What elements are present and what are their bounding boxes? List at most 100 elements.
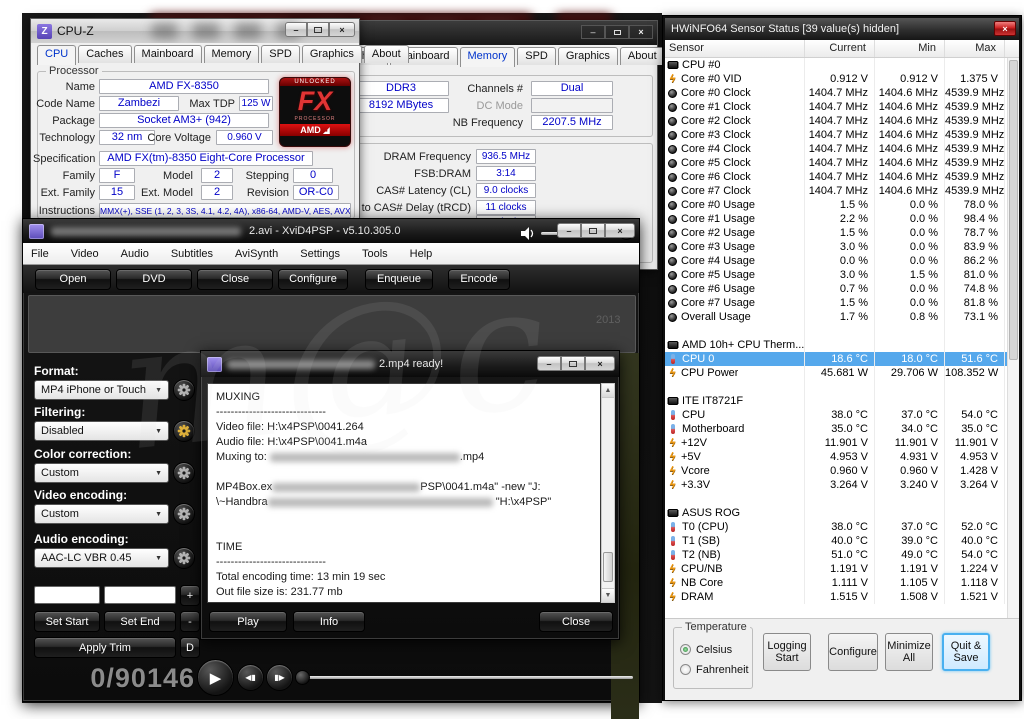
minimize-button[interactable] — [581, 25, 605, 39]
sensor-row[interactable]: ϟNB Core1.111 V1.105 V1.118 V — [665, 576, 1019, 590]
minimize-button[interactable] — [285, 22, 307, 37]
sensor-row[interactable]: Core #5 Usage3.0 %1.5 %81.0 % — [665, 268, 1019, 282]
maximize-button[interactable] — [581, 223, 605, 238]
xvid-titlebar[interactable]: 2.avi - XviD4PSP - v5.10.305.0 — [23, 219, 639, 243]
set-start-button[interactable]: Set Start — [34, 611, 100, 632]
sensor-row[interactable]: Core #2 Usage1.5 %0.0 %78.7 % — [665, 226, 1019, 240]
maximize-button[interactable] — [605, 25, 629, 39]
video-gear-button[interactable] — [173, 503, 195, 525]
close-button[interactable]: × — [994, 21, 1016, 36]
menu-audio[interactable]: Audio — [121, 248, 149, 260]
scroll-up-arrow[interactable]: ▲ — [602, 384, 614, 398]
sensor-row[interactable]: Core #0 Clock1404.7 MHz1404.6 MHz4539.9 … — [665, 86, 1019, 100]
minimize-all-button[interactable]: Minimize All — [885, 633, 933, 671]
open-button[interactable]: Open — [35, 269, 111, 290]
sensor-row[interactable]: Core #3 Clock1404.7 MHz1404.6 MHz4539.9 … — [665, 128, 1019, 142]
sensor-row[interactable]: Core #1 Clock1404.7 MHz1404.6 MHz4539.9 … — [665, 100, 1019, 114]
scroll-down-arrow[interactable]: ▼ — [602, 588, 614, 602]
menu-tools[interactable]: Tools — [362, 248, 388, 260]
minimize-button[interactable] — [537, 356, 561, 371]
sensor-row[interactable]: ϟDRAM1.515 V1.508 V1.521 V — [665, 590, 1019, 604]
close-file-button[interactable]: Close — [197, 269, 273, 290]
enqueue-button[interactable]: Enqueue — [365, 269, 433, 290]
maximize-button[interactable] — [307, 22, 329, 37]
column-sensor[interactable]: Sensor — [665, 40, 805, 57]
sensor-row[interactable]: Core #7 Usage1.5 %0.0 %81.8 % — [665, 296, 1019, 310]
sensor-row[interactable]: ϟ+3.3V3.264 V3.240 V3.264 V — [665, 478, 1019, 492]
close-button[interactable] — [585, 356, 615, 371]
sensor-row[interactable]: T0 (CPU)38.0 °C37.0 °C52.0 °C — [665, 520, 1019, 534]
close-button[interactable] — [629, 25, 653, 39]
filtering-select[interactable]: Disabled — [34, 421, 169, 441]
sensor-group-row[interactable]: CPU #0 — [665, 58, 1019, 72]
fahrenheit-radio[interactable]: Fahrenheit — [680, 660, 749, 678]
sensor-row[interactable]: Core #3 Usage3.0 %0.0 %83.9 % — [665, 240, 1019, 254]
column-max[interactable]: Max — [945, 40, 1005, 57]
scroll-thumb[interactable] — [1009, 60, 1018, 360]
sensor-row[interactable]: Core #4 Clock1404.7 MHz1404.6 MHz4539.9 … — [665, 142, 1019, 156]
format-gear-button[interactable] — [173, 379, 195, 401]
trim-end-input[interactable] — [104, 586, 176, 604]
encode-button[interactable]: Encode — [448, 269, 510, 290]
cpuz1-titlebar[interactable]: Z CPU-Z — [31, 19, 359, 43]
minimize-button[interactable] — [557, 223, 581, 238]
menu-subtitles[interactable]: Subtitles — [171, 248, 213, 260]
celsius-radio[interactable]: Celsius — [680, 640, 732, 658]
log-scrollbar[interactable]: ▲ ▼ — [601, 383, 615, 603]
scroll-thumb[interactable] — [603, 552, 613, 582]
format-select[interactable]: MP4 iPhone or Touch — [34, 380, 169, 400]
tab-spd[interactable]: SPD — [517, 47, 556, 65]
sensor-row[interactable]: ϟCore #0 VID0.912 V0.912 V1.375 V — [665, 72, 1019, 86]
column-min[interactable]: Min — [875, 40, 945, 57]
filtering-gear-button[interactable] — [173, 420, 195, 442]
trim-minus-button[interactable]: - — [180, 611, 200, 632]
hwinfo-scrollbar[interactable] — [1007, 58, 1019, 618]
tab-about[interactable]: About — [620, 47, 665, 65]
sensor-group-row[interactable]: ITE IT8721F — [665, 394, 1019, 408]
menu-file[interactable]: File — [31, 248, 49, 260]
info-button[interactable]: Info — [293, 611, 365, 632]
close-button[interactable] — [329, 22, 355, 37]
trim-plus-button[interactable]: + — [180, 585, 200, 606]
sensor-row[interactable]: ϟ+12V11.901 V11.901 V11.901 V — [665, 436, 1019, 450]
play-button[interactable]: ▶ — [197, 659, 234, 696]
sensor-row[interactable]: ϟVcore0.960 V0.960 V1.428 V — [665, 464, 1019, 478]
tab-spd[interactable]: SPD — [261, 45, 300, 63]
seek-bar[interactable] — [301, 676, 633, 679]
close-result-button[interactable]: Close — [539, 611, 613, 632]
sensor-row[interactable]: Core #5 Clock1404.7 MHz1404.6 MHz4539.9 … — [665, 156, 1019, 170]
tab-memory[interactable]: Memory — [204, 45, 260, 63]
sensor-row[interactable]: Motherboard35.0 °C34.0 °C35.0 °C — [665, 422, 1019, 436]
audio-encoding-select[interactable]: AAC-LC VBR 0.45 — [34, 548, 169, 568]
sensor-row[interactable]: Core #0 Usage1.5 %0.0 %78.0 % — [665, 198, 1019, 212]
menu-avisynth[interactable]: AviSynth — [235, 248, 278, 260]
play-result-button[interactable]: Play — [209, 611, 287, 632]
seek-knob[interactable] — [295, 670, 310, 685]
deinterlace-button[interactable]: D — [180, 637, 200, 658]
next-frame-button[interactable]: ▮▶ — [266, 664, 293, 691]
close-button[interactable] — [605, 223, 635, 238]
mux-log[interactable]: MUXING------------------------------Vide… — [207, 383, 601, 603]
sensor-row[interactable]: CPU 018.6 °C18.0 °C51.6 °C — [665, 352, 1019, 366]
color-gear-button[interactable] — [173, 462, 195, 484]
maximize-button[interactable] — [561, 356, 585, 371]
menu-video[interactable]: Video — [71, 248, 99, 260]
audio-gear-button[interactable] — [173, 547, 195, 569]
sensor-group-row[interactable]: ASUS ROG — [665, 506, 1019, 520]
tab-mainboard[interactable]: Mainboard — [134, 45, 202, 63]
previous-frame-button[interactable]: ◀▮ — [237, 664, 264, 691]
tab-about[interactable]: About — [364, 45, 409, 63]
dvd-button[interactable]: DVD — [116, 269, 192, 290]
tab-memory[interactable]: Memory — [460, 47, 516, 67]
apply-trim-button[interactable]: Apply Trim — [34, 637, 176, 658]
tab-caches[interactable]: Caches — [78, 45, 131, 63]
tab-cpu[interactable]: CPU — [37, 45, 76, 65]
menu-help[interactable]: Help — [410, 248, 433, 260]
sensor-row[interactable]: Overall Usage1.7 %0.8 %73.1 % — [665, 310, 1019, 324]
mux-titlebar[interactable]: 2.mp4 ready! — [201, 351, 619, 377]
sensor-row[interactable]: CPU38.0 °C37.0 °C54.0 °C — [665, 408, 1019, 422]
color-correction-select[interactable]: Custom — [34, 463, 169, 483]
sensor-row[interactable]: Core #7 Clock1404.7 MHz1404.6 MHz4539.9 … — [665, 184, 1019, 198]
trim-start-input[interactable] — [34, 586, 100, 604]
sensor-group-row[interactable]: AMD 10h+ CPU Therm... — [665, 338, 1019, 352]
